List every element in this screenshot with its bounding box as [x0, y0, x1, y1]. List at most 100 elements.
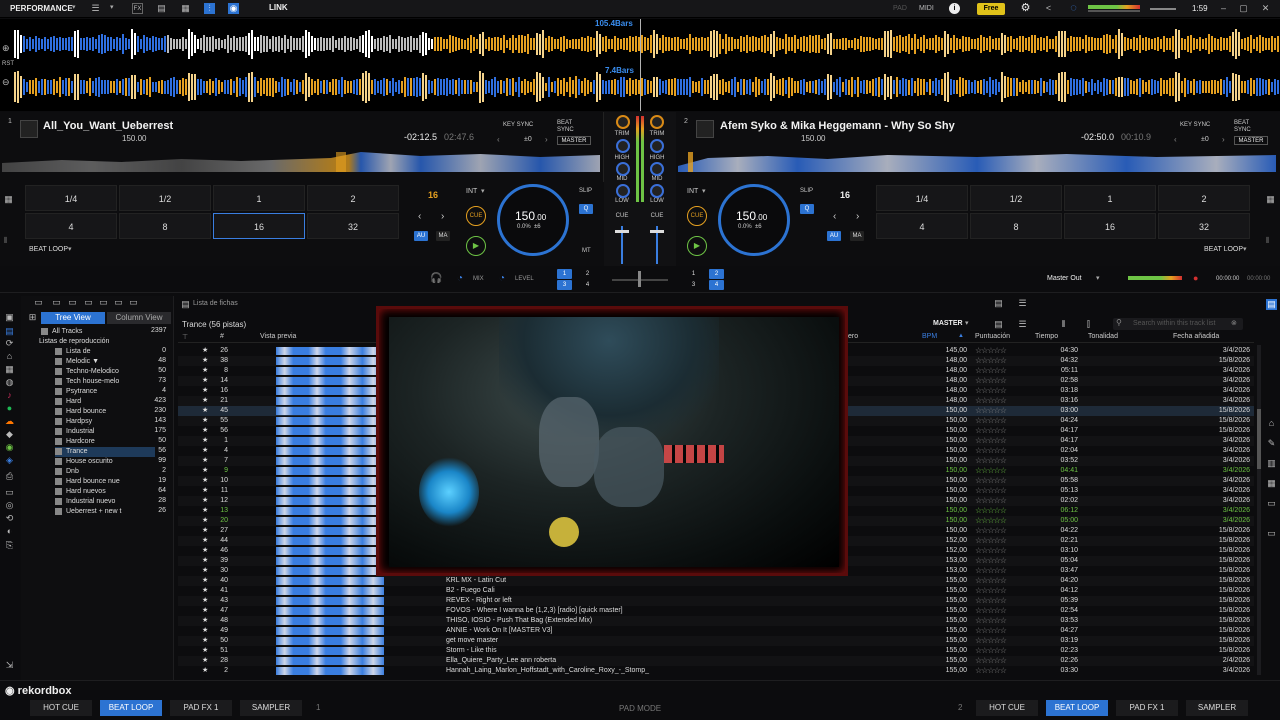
tree-item[interactable]: Dnb: [55, 467, 155, 477]
grid-icon[interactable]: ▦: [3, 194, 14, 205]
deck1-pad-2[interactable]: 1/2: [119, 185, 211, 211]
deck2-loop-length[interactable]: 16: [840, 190, 850, 200]
sampler-bank-icon[interactable]: ▭: [4, 487, 15, 498]
hotcue-icon[interactable]: ◎: [4, 500, 15, 511]
tab-tree-view[interactable]: Tree View: [41, 312, 105, 324]
midi-label[interactable]: MIDI: [919, 5, 934, 12]
tab-column-view[interactable]: Column View: [107, 312, 171, 324]
deck1-pad-5[interactable]: 4: [25, 213, 117, 239]
mix-knob[interactable]: ◔: [457, 273, 463, 284]
deck2-loop-mode-icon[interactable]: ⫴: [1266, 236, 1269, 246]
tree-item[interactable]: Melodic ▼: [55, 357, 155, 367]
deck2-au-button[interactable]: AU: [827, 231, 841, 241]
chevron-down-icon[interactable]: ▾: [1096, 274, 1100, 282]
grid-icon[interactable]: ▦: [4, 364, 15, 375]
deck1-mid-knob[interactable]: [616, 162, 630, 176]
volume-slider[interactable]: [1150, 8, 1176, 10]
record-box-icon[interactable]: ◐: [4, 526, 15, 537]
deck2-high-knob[interactable]: [650, 139, 664, 153]
sampler-view-icon[interactable]: ▦: [1266, 478, 1277, 489]
record-button[interactable]: ●: [1193, 273, 1198, 283]
logout-icon[interactable]: ⇲: [4, 660, 15, 671]
explorer-icon[interactable]: ⌂: [4, 351, 15, 362]
info-icon[interactable]: i: [949, 3, 960, 14]
deck1-waveform[interactable]: [14, 29, 1280, 59]
deck1-pad-6[interactable]: 8: [119, 213, 211, 239]
deck1-play-button[interactable]: ▶: [466, 236, 486, 256]
history-icon[interactable]: ⟳: [4, 338, 15, 349]
deck1-pad-1[interactable]: 1/4: [25, 185, 117, 211]
deck2-pad-7[interactable]: 16: [1064, 213, 1156, 239]
master-out-selector[interactable]: Master Out: [1047, 275, 1082, 282]
deck2-fx-assign-1[interactable]: 1: [686, 269, 701, 279]
grid-icon[interactable]: ▦: [180, 3, 191, 14]
deck1-pad-8[interactable]: 32: [307, 213, 399, 239]
waveform-area[interactable]: ⊕ RST ⊖ 105.4Bars 7.4Bars: [0, 19, 1280, 111]
tree-item[interactable]: Psytrance: [55, 387, 155, 397]
free-badge[interactable]: Free: [977, 3, 1005, 15]
mode-selector[interactable]: PERFORMANCE: [10, 4, 73, 13]
deck1-fx-assign-4[interactable]: 4: [580, 280, 595, 290]
deck2-int-label[interactable]: INT: [687, 188, 698, 195]
list-icon[interactable]: ▭: [113, 297, 124, 308]
deck2-mini-waveform[interactable]: [678, 154, 1276, 172]
deck1-tab-beat-loop[interactable]: BEAT LOOP: [100, 700, 162, 716]
table-row[interactable]: ★ 50 get move master 155,00 ☆☆☆☆☆ 03:19 15/8/2…: [178, 636, 1254, 646]
record-icon[interactable]: ◉: [228, 3, 239, 14]
deck1-loop-length[interactable]: 16: [428, 190, 438, 200]
deck1-ma-button[interactable]: MA: [436, 231, 450, 241]
list-view-icon[interactable]: ▤: [993, 319, 1004, 330]
deck2-key-sync[interactable]: KEY SYNC: [1180, 122, 1210, 128]
lista-fichas-label[interactable]: Lista de fichas: [193, 300, 238, 307]
deck2-fader-handle[interactable]: [650, 230, 664, 233]
deck1-tab-hot-cue[interactable]: HOT CUE: [30, 700, 92, 716]
deck1-tab-sampler[interactable]: SAMPLER: [240, 700, 302, 716]
tree-item[interactable]: Tech house-melo: [55, 377, 155, 387]
deck1-trim-knob[interactable]: [616, 115, 630, 129]
chevron-down-icon[interactable]: ▾: [481, 187, 485, 195]
deck2-pad-6[interactable]: 8: [970, 213, 1062, 239]
split-view-icon[interactable]: ⫿: [1083, 319, 1094, 330]
chevron-down-icon[interactable]: ▾: [1243, 245, 1247, 253]
list-icon[interactable]: ▭: [51, 297, 62, 308]
chevron-right-icon[interactable]: ›: [545, 135, 548, 144]
chevron-left-icon[interactable]: ‹: [1174, 135, 1177, 144]
soundcloud-icon[interactable]: ☁: [4, 416, 15, 427]
mixer-icon[interactable]: ⫶: [204, 3, 215, 14]
column-time[interactable]: Tiempo: [1035, 333, 1058, 340]
maximize-icon[interactable]: ▢: [1238, 3, 1249, 14]
tag-icon[interactable]: ⌂: [1266, 418, 1277, 429]
column-genre[interactable]: ero: [848, 333, 858, 340]
sort-icon[interactable]: ▲: [958, 333, 964, 339]
deck2-fx-assign-4[interactable]: 4: [709, 280, 724, 290]
deck1-cue-button[interactable]: CUE: [466, 206, 486, 226]
chevron-down-icon[interactable]: ▾: [72, 3, 76, 11]
deck1-pad-4[interactable]: 2: [307, 185, 399, 211]
link-button[interactable]: LINK: [269, 3, 288, 12]
video-panel-icon[interactable]: ▭: [1266, 528, 1277, 539]
detail-view-icon[interactable]: ☰: [1017, 319, 1028, 330]
deck2-pad-2[interactable]: 1/2: [970, 185, 1062, 211]
tree-item[interactable]: Hard bounce nue: [55, 477, 155, 487]
related-tracks-icon[interactable]: ⫴: [1058, 319, 1069, 330]
chevron-right-icon[interactable]: ›: [441, 211, 444, 222]
table-row[interactable]: ★ 40 KRL MX - Latin Cut 155,00 ☆☆☆☆☆ 04:20 15/…: [178, 576, 1254, 586]
deck2-beat-loop-label[interactable]: BEAT LOOP: [1204, 246, 1243, 253]
chevron-right-icon[interactable]: ›: [1222, 135, 1225, 144]
tree-item[interactable]: Lista de: [55, 347, 155, 357]
deck1-master-tempo-button[interactable]: MT: [582, 248, 591, 254]
deck2-pad-8[interactable]: 32: [1158, 213, 1250, 239]
column-preview[interactable]: Vista previa: [260, 333, 296, 340]
list-icon[interactable]: ▤: [180, 299, 191, 310]
tree-item[interactable]: Hardpsy: [55, 417, 155, 427]
sync-icon[interactable]: ◌: [1068, 3, 1079, 14]
tree-item[interactable]: All Tracks: [41, 327, 141, 337]
deck1-fx-assign-3[interactable]: 3: [557, 280, 572, 290]
table-row[interactable]: ★ 47 FOVOS - Where I wanna be (1,2,3) [rad…: [178, 606, 1254, 616]
share-icon[interactable]: <: [1043, 3, 1054, 14]
collection-icon[interactable]: ▣: [4, 312, 15, 323]
table-row[interactable]: ★ 43 REVEX - Right or left 155,00 ☆☆☆☆☆ 05:39…: [178, 596, 1254, 606]
deck2-tab-pad-fx[interactable]: PAD FX 1: [1116, 700, 1178, 716]
deck1-master-button[interactable]: MASTER: [557, 136, 591, 145]
deck2-waveform[interactable]: [14, 71, 1280, 103]
